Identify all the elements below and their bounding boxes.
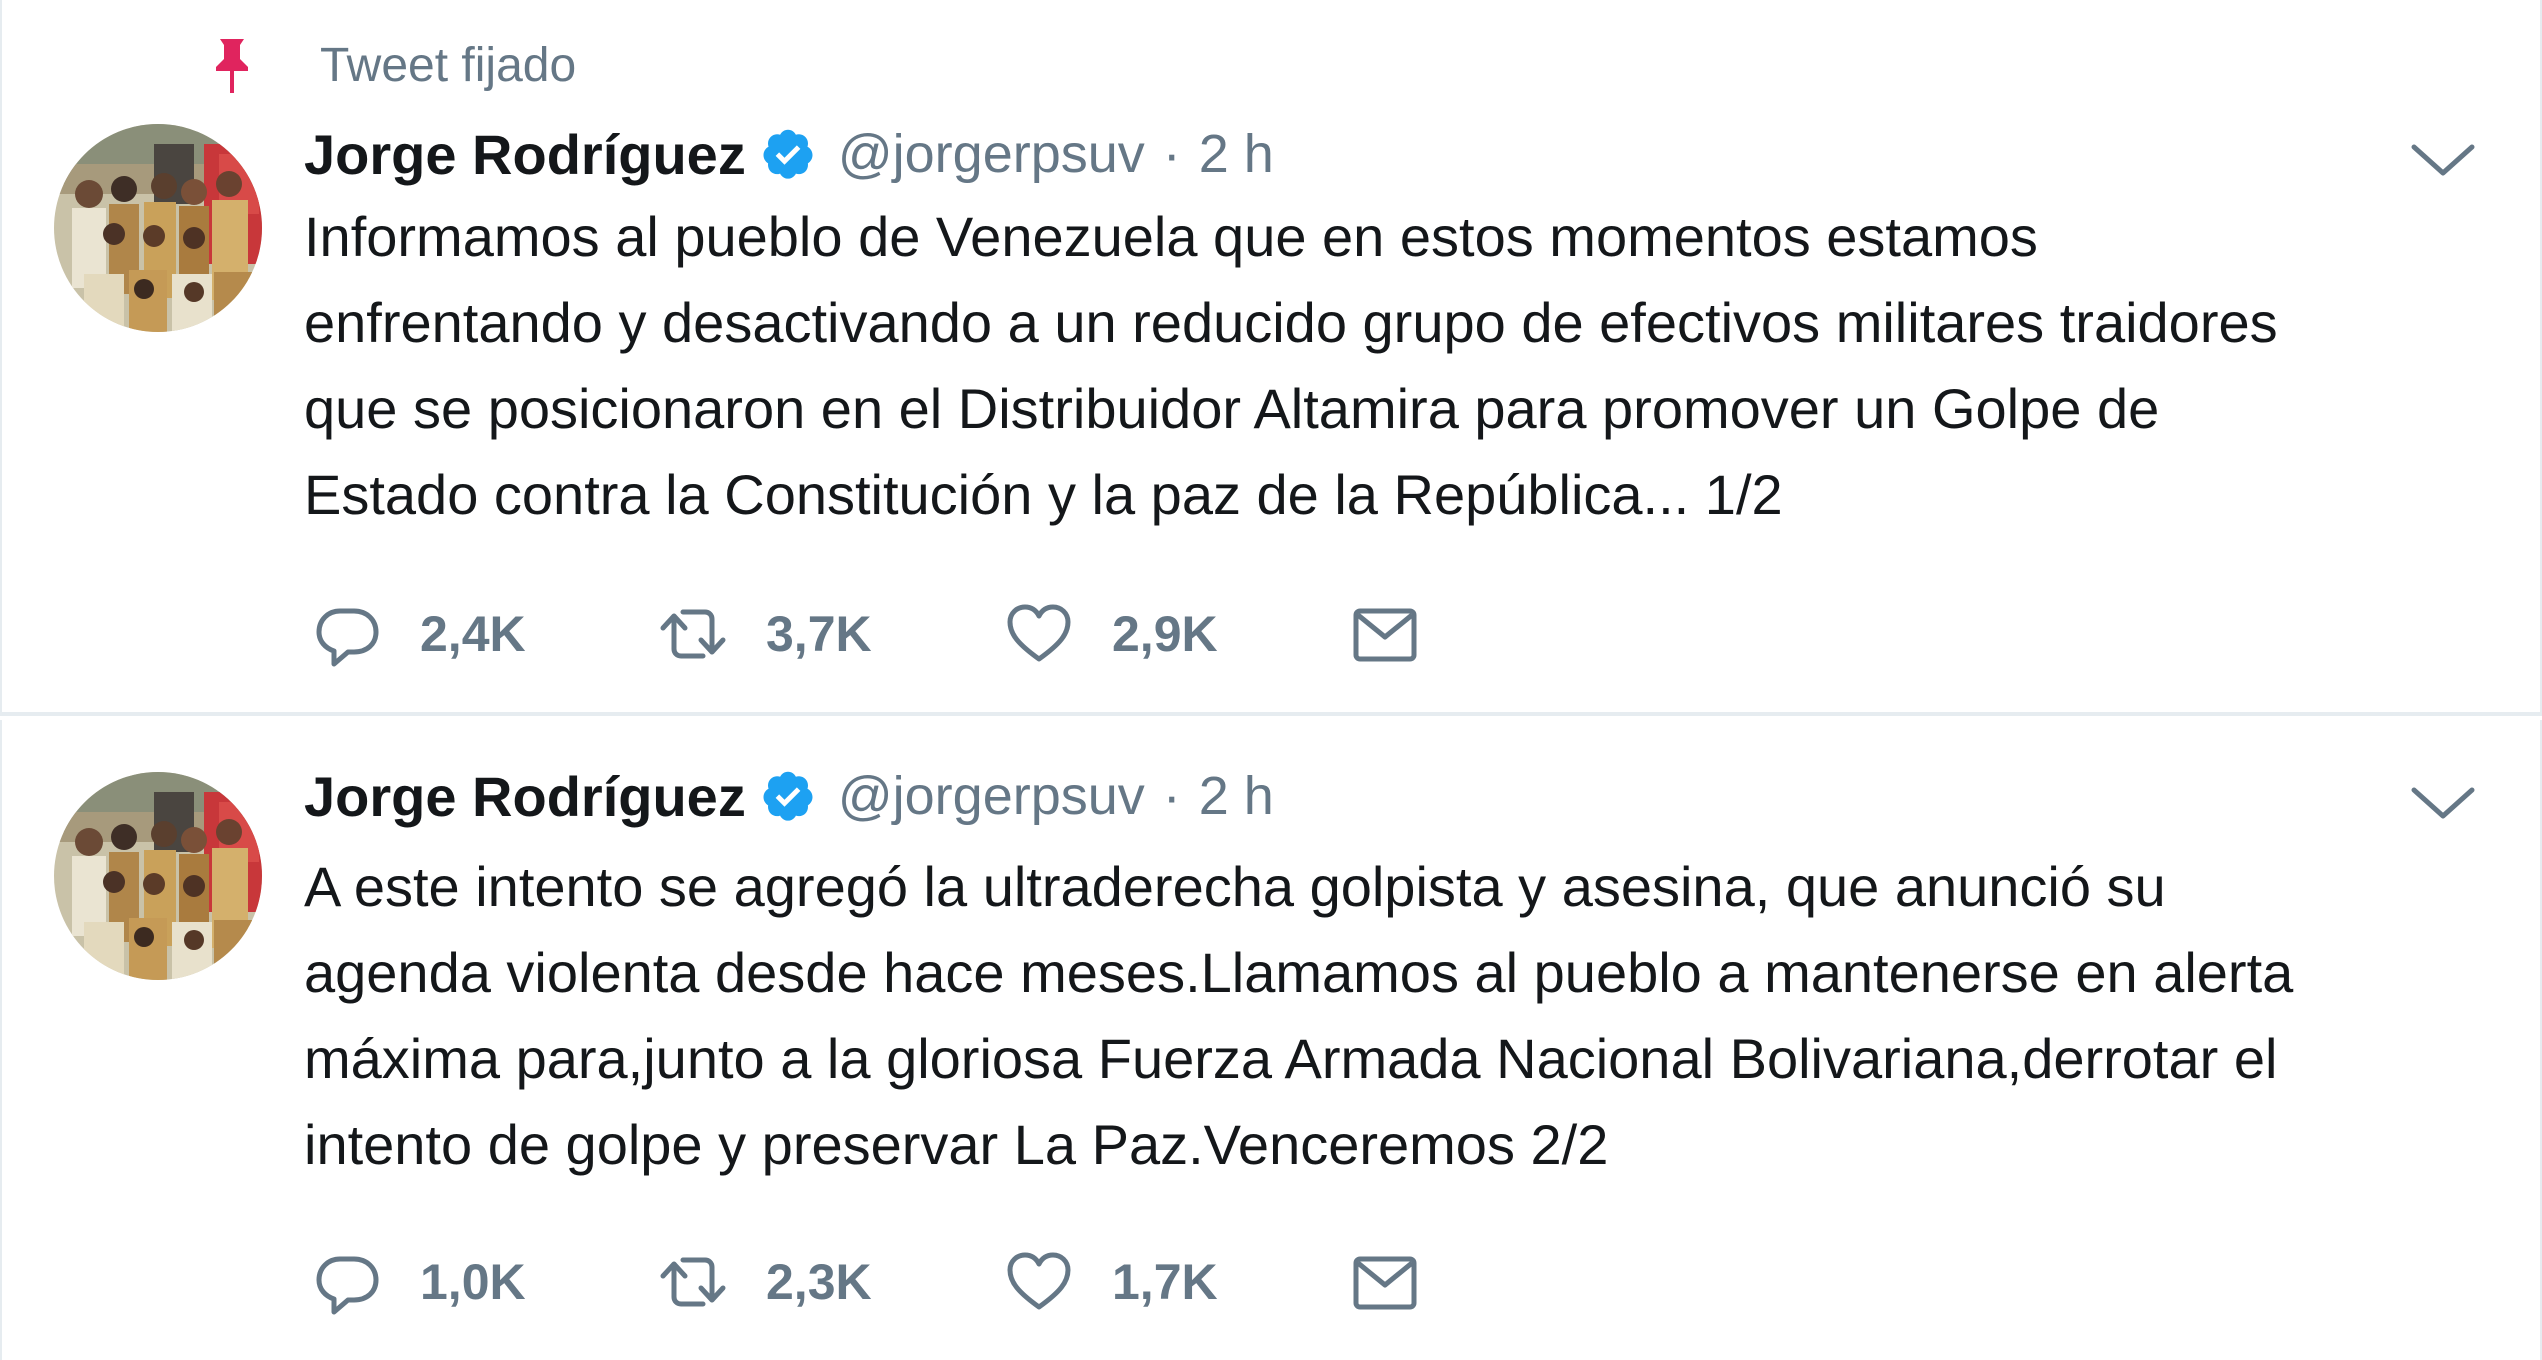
tweet-actions: 2,4K 3,7K 2,9K xyxy=(312,594,1420,674)
envelope-icon xyxy=(1350,1247,1420,1317)
pinned-label: Tweet fijado xyxy=(320,38,577,92)
direct-message-button[interactable] xyxy=(1350,1247,1420,1317)
tweet-text: Informamos al pueblo de Venezuela que en… xyxy=(304,194,2484,538)
timestamp[interactable]: 2 h xyxy=(1199,123,1274,185)
reply-button[interactable]: 2,4K xyxy=(312,599,658,669)
reply-icon xyxy=(312,599,382,669)
retweet-icon xyxy=(658,1247,728,1317)
retweet-count: 2,3K xyxy=(766,1254,872,1310)
verified-icon xyxy=(760,126,816,182)
display-name[interactable]: Jorge Rodríguez xyxy=(304,764,746,829)
tweet-text-line: agenda violenta desde hace meses.Llamamo… xyxy=(304,941,2294,1004)
tweet-text-line: A este intento se agregó la ultraderecha… xyxy=(304,855,2166,918)
like-icon xyxy=(1004,599,1074,669)
display-name[interactable]: Jorge Rodríguez xyxy=(304,122,746,187)
chevron-down-icon xyxy=(2408,778,2478,828)
like-button[interactable]: 2,9K xyxy=(1004,599,1350,669)
chevron-down-icon xyxy=(2408,135,2478,185)
tweet-text-line: Estado contra la Constitución y la paz d… xyxy=(304,463,1783,526)
separator-dot: · xyxy=(1162,124,1181,184)
reply-count: 1,0K xyxy=(420,1254,526,1310)
envelope-icon xyxy=(1350,599,1420,669)
more-options-button[interactable] xyxy=(2408,778,2478,828)
tweet-header: Jorge Rodríguez @jorgerpsuv · 2 h xyxy=(304,114,1274,194)
tweet-text-line: Informamos al pueblo de Venezuela que en… xyxy=(304,205,2038,268)
direct-message-button[interactable] xyxy=(1350,599,1420,669)
avatar[interactable] xyxy=(54,772,262,980)
tweet-actions: 1,0K 2,3K 1,7K xyxy=(312,1242,1420,1322)
handle[interactable]: @jorgerpsuv xyxy=(838,765,1145,827)
tweet-card[interactable]: Jorge Rodríguez @jorgerpsuv · 2 h A este… xyxy=(0,720,2542,1360)
tweet-text-line: intento de golpe y preservar La Paz.Venc… xyxy=(304,1113,1609,1176)
like-button[interactable]: 1,7K xyxy=(1004,1247,1350,1317)
pin-icon xyxy=(216,39,248,93)
verified-icon xyxy=(760,768,816,824)
handle[interactable]: @jorgerpsuv xyxy=(838,123,1145,185)
tweet-header: Jorge Rodríguez @jorgerpsuv · 2 h xyxy=(304,756,1274,836)
tweet-text: A este intento se agregó la ultraderecha… xyxy=(304,844,2484,1188)
pinned-indicator: Tweet fijado xyxy=(202,30,576,100)
like-icon xyxy=(1004,1247,1074,1317)
more-options-button[interactable] xyxy=(2408,135,2478,185)
retweet-count: 3,7K xyxy=(766,606,872,662)
avatar[interactable] xyxy=(54,124,262,332)
tweet-text-line: enfrentando y desactivando a un reducido… xyxy=(304,291,2278,354)
retweet-button[interactable]: 3,7K xyxy=(658,599,1004,669)
separator-dot: · xyxy=(1162,766,1181,826)
like-count: 2,9K xyxy=(1112,606,1218,662)
reply-button[interactable]: 1,0K xyxy=(312,1247,658,1317)
retweet-icon xyxy=(658,599,728,669)
tweet-card[interactable]: Tweet fijado Jorge Rodríguez @jorgerpsuv… xyxy=(0,0,2542,716)
tweet-feed: Tweet fijado Jorge Rodríguez @jorgerpsuv… xyxy=(0,0,2542,1360)
avatar-image xyxy=(54,124,262,332)
reply-icon xyxy=(312,1247,382,1317)
retweet-button[interactable]: 2,3K xyxy=(658,1247,1004,1317)
like-count: 1,7K xyxy=(1112,1254,1218,1310)
tweet-text-line: máxima para,junto a la gloriosa Fuerza A… xyxy=(304,1027,2278,1090)
tweet-text-line: que se posicionaron en el Distribuidor A… xyxy=(304,377,2160,440)
avatar-image xyxy=(54,772,262,980)
reply-count: 2,4K xyxy=(420,606,526,662)
timestamp[interactable]: 2 h xyxy=(1199,765,1274,827)
